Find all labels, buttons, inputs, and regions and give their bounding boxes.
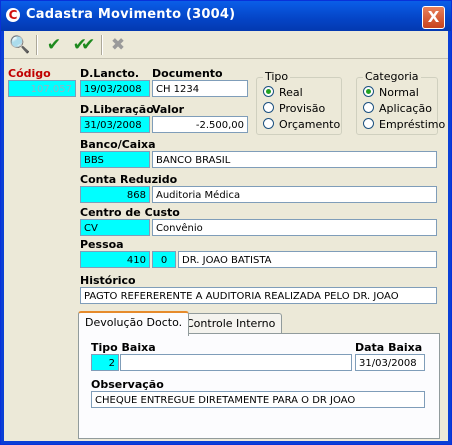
documento-label: Documento	[152, 67, 223, 80]
window-title: Cadastra Movimento (3004)	[26, 7, 236, 22]
banco-label: Banco/Caixa	[80, 138, 156, 151]
tipo-group: Tipo Real Provisão Orçamento	[256, 70, 342, 135]
conta-code-field[interactable]: 868	[80, 186, 150, 203]
tab-panel-devolucao: Tipo Baixa 2 Data Baixa 31/03/2008 Obser…	[78, 333, 440, 439]
pessoa-name-field[interactable]: DR. JOAO BATISTA	[178, 251, 437, 268]
delete-x-icon[interactable]: ✖	[107, 34, 129, 56]
radio-icon	[363, 118, 374, 129]
banco-name-field[interactable]: BANCO BRASIL	[152, 151, 437, 168]
codigo-field[interactable]: 107.057	[8, 80, 76, 97]
tipo-baixa-desc-field[interactable]	[120, 354, 352, 371]
centro-code-field[interactable]: CV	[80, 219, 150, 236]
data-baixa-label: Data Baixa	[355, 341, 423, 354]
codigo-label: Código	[8, 67, 51, 80]
dlancto-label: D.Lancto.	[80, 67, 140, 80]
documento-field[interactable]: CH 1234	[152, 80, 248, 97]
tipo-baixa-code-field[interactable]: 2	[91, 354, 119, 371]
centro-label: Centro de Custo	[80, 206, 180, 219]
check-icon[interactable]: ✔	[43, 34, 65, 56]
pessoa-seq-field[interactable]: 0	[152, 251, 176, 268]
radio-icon	[263, 118, 274, 129]
centro-name-field[interactable]: Convênio	[152, 219, 437, 236]
conta-label: Conta Reduzido	[80, 173, 178, 186]
search-icon[interactable]: 🔍	[9, 34, 31, 56]
banco-code-field[interactable]: BBS	[80, 151, 150, 168]
tipo-caption: Tipo	[263, 70, 291, 83]
toolbar-separator	[36, 35, 38, 55]
dlancto-field[interactable]: 19/03/2008	[80, 80, 150, 97]
historico-field[interactable]: PAGTO REFERERENTE A AUDITORIA REALIZADA …	[80, 287, 437, 304]
categoria-caption: Categoria	[363, 70, 421, 83]
valor-label: Valor	[152, 103, 185, 116]
pessoa-label: Pessoa	[80, 238, 124, 251]
data-baixa-field[interactable]: 31/03/2008	[355, 354, 425, 371]
observacao-label: Observação	[91, 378, 164, 391]
radio-icon	[363, 102, 374, 113]
radio-selected-icon	[363, 86, 374, 97]
categoria-radio-normal[interactable]: Normal	[363, 86, 419, 99]
valor-field[interactable]: -2.500,00	[152, 116, 248, 133]
app-icon: C	[6, 8, 20, 22]
title-bar[interactable]: C Cadastra Movimento (3004) X	[1, 1, 451, 31]
window: C Cadastra Movimento (3004) X 🔍 ✔ ✔✔ ✖ C…	[0, 0, 452, 445]
radio-selected-icon	[263, 86, 274, 97]
close-button[interactable]: X	[422, 6, 445, 29]
tab-controle-interno[interactable]: Controle Interno	[179, 313, 283, 334]
radio-icon	[263, 102, 274, 113]
historico-label: Histórico	[80, 274, 136, 287]
pessoa-code-field[interactable]: 410	[80, 251, 150, 268]
double-check-icon[interactable]: ✔✔	[67, 34, 96, 56]
tipo-baixa-label: Tipo Baixa	[91, 341, 156, 354]
categoria-radio-aplicacao[interactable]: Aplicação	[363, 102, 432, 115]
conta-name-field[interactable]: Auditoria Médica	[152, 186, 437, 203]
tipo-radio-provisao[interactable]: Provisão	[263, 102, 325, 115]
tipo-radio-orcamento[interactable]: Orçamento	[263, 118, 340, 131]
toolbar: 🔍 ✔ ✔✔ ✖	[4, 31, 448, 59]
tab-devolucao-docto[interactable]: Devolução Docto.	[78, 311, 190, 336]
toolbar-separator	[101, 35, 103, 55]
dliberacao-field[interactable]: 31/03/2008	[80, 116, 150, 133]
categoria-group: Categoria Normal Aplicação Empréstimo	[356, 70, 445, 135]
categoria-radio-emprestimo[interactable]: Empréstimo	[363, 118, 445, 131]
observacao-field[interactable]: CHEQUE ENTREGUE DIRETAMENTE PARA O DR JO…	[91, 391, 425, 408]
tab-container: Devolução Docto. Controle Interno Tipo B…	[78, 311, 440, 439]
tipo-radio-real[interactable]: Real	[263, 86, 303, 99]
form-body: 🔍 ✔ ✔✔ ✖ Código 107.057 D.Lancto. 19/03/…	[4, 31, 448, 441]
dliberacao-label: D.Liberação	[80, 103, 154, 116]
